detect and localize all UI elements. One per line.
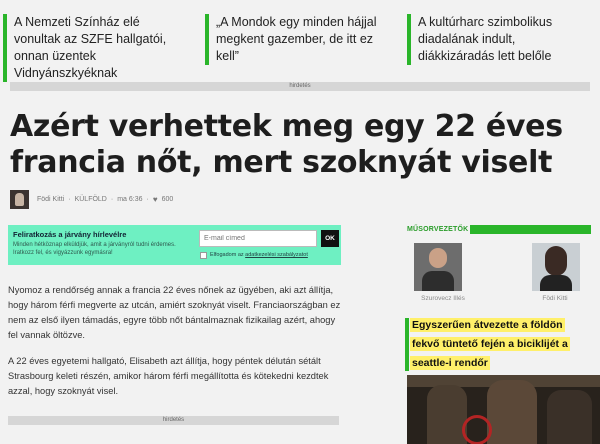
host-photo[interactable] [414,243,462,291]
consent-label: Elfogadom az adatkezelési szabályzatot [210,252,308,258]
host-card-1[interactable]: Szurovecz Illés [414,243,465,302]
article-byline: Födi Kitti · KÜLFÖLD · ma 6:36 · ♥ 600 [10,189,177,209]
author-avatar[interactable] [10,189,29,209]
article-time: ma 6:36 [117,195,143,203]
image-detail [487,380,537,444]
host-name[interactable]: Szurovecz Illés [408,295,478,302]
ad-banner-inline: hirdetés [8,416,339,425]
image-detail [547,390,592,444]
email-input[interactable] [199,230,317,247]
featured-article-title[interactable]: Egyszerűen átvezette a földön fekvő tünt… [410,316,590,373]
host-name[interactable]: Födi Kitti [520,295,590,302]
hosts-list: Szurovecz Illés Födi Kitti [414,243,594,306]
article-paragraph-1: Nyomoz a rendőrség annak a francia 22 év… [8,285,341,340]
image-detail [427,385,467,444]
heart-icon[interactable]: ♥ [153,195,158,204]
subscribe-button[interactable]: OK [321,230,339,247]
article-section[interactable]: KÜLFÖLD [75,196,107,203]
sidebar-divider [470,225,591,234]
newsletter-title: Feliratkozás a járvány hírlevélre [13,230,127,239]
consent-prefix: Elfogadom az [210,252,246,258]
separator: · [68,195,71,203]
host-card-2[interactable]: Födi Kitti [532,243,580,302]
newsletter-signup: Feliratkozás a járvány hírlevélre Minden… [8,225,341,265]
feature-accent-bar [405,318,409,371]
related-links-bar: A Nemzeti Színház elé vonultak az SZFE h… [0,0,600,82]
consent-checkbox[interactable] [200,252,207,259]
sidebar-heading: MŰSORVEZETŐK [407,226,469,233]
privacy-policy-link[interactable]: adatkezelési szabályzatot [245,252,308,258]
like-count: 600 [161,195,174,203]
featured-article-image[interactable] [407,375,600,444]
author-name[interactable]: Födi Kitti [37,196,64,203]
newsletter-description: Minden hétköznap elküldjük, amit a járvá… [13,242,176,256]
related-link-2[interactable]: „A Mondok egy minden hájjal megkent gaze… [205,14,387,65]
related-link-1[interactable]: A Nemzeti Színház elé vonultak az SZFE h… [3,14,185,82]
separator: · [110,195,114,203]
article-headline: Azért verhettek meg egy 22 éves francia … [10,109,563,180]
image-detail [462,415,492,444]
separator: · [146,195,149,203]
host-photo[interactable] [532,243,580,291]
related-link-3[interactable]: A kultúrharc szimbolikus diadalának indu… [407,14,589,65]
ad-banner-top: hirdetés [10,82,590,91]
featured-article-title-text[interactable]: Egyszerűen átvezette a földön fekvő tünt… [410,318,570,370]
article-paragraph-2: A 22 éves egyetemi hallgató, Elisabeth a… [8,356,329,396]
